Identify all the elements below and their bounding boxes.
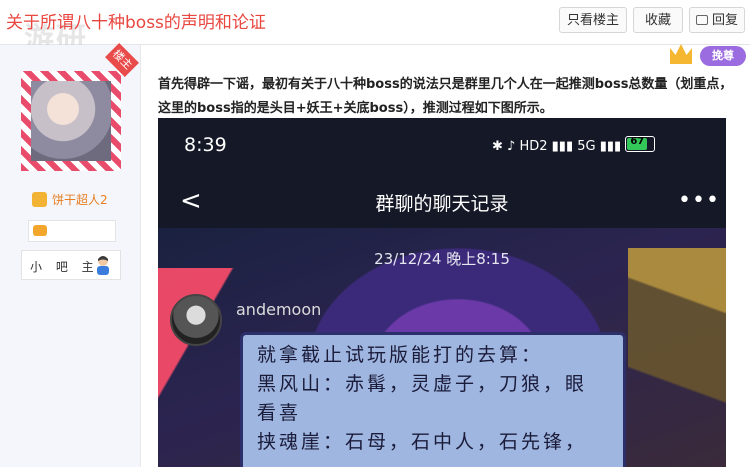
- message-text: 就拿截止试玩版能打的去算： 黑风山：赤髯，灵虚子，刀狼，眼 看喜 挟魂崖：石母，…: [257, 341, 617, 457]
- reply-label: 回复: [711, 13, 738, 28]
- only-owner-button[interactable]: 只看楼主: [559, 7, 627, 33]
- fan-badge[interactable]: [28, 220, 116, 242]
- post-header: 游研 关于所谓八十种boss的声明和论证 只看楼主 收藏 回复: [0, 0, 750, 57]
- reply-icon: [695, 15, 708, 25]
- favorite-button[interactable]: 收藏: [633, 7, 683, 33]
- reply-button[interactable]: 回复: [689, 7, 745, 33]
- sender-name: andemoon: [236, 300, 322, 319]
- author-sidebar: 楼主 饼干超人2 小 吧 主: [0, 43, 141, 467]
- vip-badge-label: 挽尊: [700, 46, 746, 66]
- username-link[interactable]: 饼干超人2: [32, 191, 108, 208]
- message-line: 就拿截止试玩版能打的去算：: [257, 344, 544, 366]
- phone-status-bar: 8:39 ✱ ♪ HD2 ▮▮▮ 5G ▮▮▮ 67: [158, 118, 726, 166]
- page-title[interactable]: 关于所谓八十种boss的声明和论证: [6, 8, 266, 33]
- chat-nav-bar: < 群聊的聊天记录 •••: [158, 178, 726, 226]
- message-bubble: 就拿截止试玩版能打的去算： 黑风山：赤髯，灵虚子，刀狼，眼 看喜 挟魂崖：石母，…: [240, 332, 626, 467]
- message-line: 黑风山：赤髯，灵虚子，刀狼，眼: [257, 373, 588, 395]
- vip-badge[interactable]: 挽尊: [670, 44, 746, 66]
- chat-screenshot-image: 8:39 ✱ ♪ HD2 ▮▮▮ 5G ▮▮▮ 67 < 群聊的聊天记录 •••…: [158, 118, 726, 467]
- message-line: 挟魂崖：石母，石中人，石先锋，: [257, 431, 588, 453]
- username: 饼干超人2: [52, 193, 108, 207]
- message-timestamp: 23/12/24 晚上8:15: [374, 250, 510, 268]
- decor-shape: [628, 248, 726, 467]
- post-body: 首先得辟一下谣，最初有关于八十种boss的说法只是群里几个人在一起推测boss总…: [158, 77, 733, 116]
- level-icon: [32, 192, 47, 207]
- moderator-avatar-icon: [97, 256, 109, 275]
- crown-icon: [670, 44, 692, 64]
- message-line: 看喜: [257, 402, 302, 424]
- status-time: 8:39: [184, 134, 227, 156]
- game-badge-icon: [33, 225, 47, 236]
- signal-icons: ✱ ♪ HD2 ▮▮▮ 5G ▮▮▮: [492, 139, 626, 154]
- role-badge: 小 吧 主: [21, 250, 121, 280]
- chat-background: 23/12/24 晚上8:15 andemoon 就拿截止试玩版能打的去算： 黑…: [158, 228, 726, 467]
- status-icons: ✱ ♪ HD2 ▮▮▮ 5G ▮▮▮ 67: [492, 136, 656, 154]
- battery-icon: 67: [625, 136, 656, 152]
- avatar[interactable]: [21, 71, 121, 171]
- avatar-image: [31, 81, 111, 161]
- battery-level: 67: [630, 136, 645, 147]
- sender-avatar: [170, 294, 222, 346]
- chat-title: 群聊的聊天记录: [375, 193, 509, 215]
- role-label: 小 吧 主: [30, 260, 99, 274]
- more-icon: •••: [678, 188, 720, 213]
